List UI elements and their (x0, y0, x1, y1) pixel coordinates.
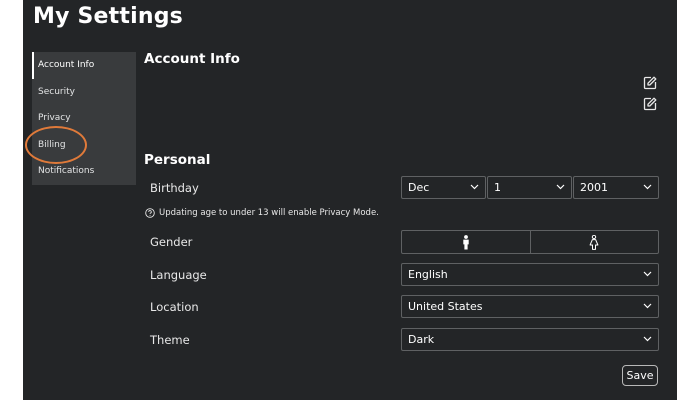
gender-female-button[interactable] (529, 231, 659, 253)
language-select[interactable]: English (401, 263, 659, 286)
chevron-down-icon (643, 184, 652, 190)
birth-day-value: 1 (494, 181, 501, 194)
personal-heading: Personal (144, 152, 211, 168)
chevron-down-icon (470, 184, 479, 190)
sidebar-item-security[interactable]: Security (32, 79, 136, 106)
help-icon (145, 208, 155, 218)
birth-month-select[interactable]: Dec (401, 176, 486, 199)
location-value: United States (408, 300, 483, 313)
account-info-heading: Account Info (144, 51, 240, 67)
theme-label: Theme (150, 333, 190, 347)
birth-month-value: Dec (408, 181, 430, 194)
female-icon (589, 234, 599, 250)
chevron-down-icon (556, 184, 565, 190)
settings-sidebar: Account Info Security Privacy Billing No… (32, 52, 136, 185)
sidebar-item-privacy[interactable]: Privacy (32, 105, 136, 132)
sidebar-item-account-info[interactable]: Account Info (32, 52, 136, 79)
birth-year-select[interactable]: 2001 (573, 176, 659, 199)
theme-value: Dark (408, 333, 435, 346)
save-button[interactable]: Save (622, 365, 658, 386)
edit-icon[interactable] (643, 97, 657, 111)
location-select[interactable]: United States (401, 295, 659, 318)
gender-selector (401, 230, 659, 254)
theme-select[interactable]: Dark (401, 328, 659, 351)
birth-year-value: 2001 (580, 181, 608, 194)
page-title: My Settings (33, 4, 183, 29)
birthday-label: Birthday (150, 181, 199, 195)
gender-label: Gender (150, 235, 193, 249)
location-label: Location (150, 300, 199, 314)
sidebar-item-billing[interactable]: Billing (32, 132, 136, 159)
age-note-text: Updating age to under 13 will enable Pri… (159, 208, 379, 218)
age-note: Updating age to under 13 will enable Pri… (145, 208, 379, 218)
birth-day-select[interactable]: 1 (487, 176, 572, 199)
language-label: Language (150, 268, 207, 282)
chevron-down-icon (643, 303, 652, 309)
settings-page: My Settings Account Info Security Privac… (23, 0, 677, 400)
sidebar-item-notifications[interactable]: Notifications (32, 158, 136, 185)
male-icon (463, 234, 469, 249)
chevron-down-icon (643, 336, 652, 342)
gender-male-button[interactable] (402, 231, 530, 253)
language-value: English (408, 268, 448, 281)
chevron-down-icon (643, 271, 652, 277)
edit-icon[interactable] (643, 76, 657, 90)
